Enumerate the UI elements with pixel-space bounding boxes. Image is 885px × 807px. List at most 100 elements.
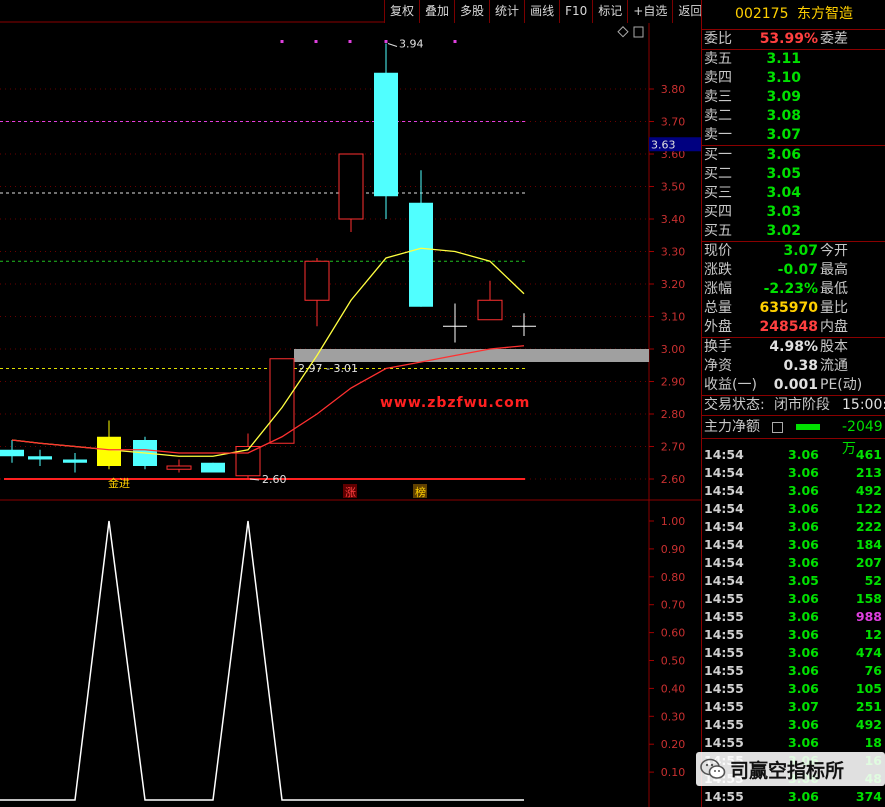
trade-row: 14:54 3.06 122	[702, 500, 885, 518]
price-tick-label: 2.60	[661, 473, 686, 486]
sell-level-label: 卖五	[704, 51, 732, 67]
trade-time: 14:54	[704, 519, 744, 534]
quote-label: 涨幅	[704, 281, 732, 297]
trade-price: 3.06	[788, 465, 819, 480]
sell-level-label: 卖一	[704, 127, 732, 143]
quote-row: 涨跌 -0.07 最高	[702, 261, 885, 280]
sell-level-price: 3.11	[766, 51, 801, 67]
status-label: 交易状态:	[704, 397, 765, 413]
sell-level-1: 卖五 3.11	[702, 50, 885, 69]
toolbar-button-0[interactable]: 复权	[384, 0, 421, 23]
trade-time: 14:55	[704, 717, 744, 732]
sell-book: 卖五 3.11 卖四 3.10 卖三 3.09 卖二 3.08 卖一 3.07	[702, 50, 885, 146]
fund-row: 收益(一) 0.001 PE(动)	[702, 376, 885, 395]
trade-row: 14:54 3.06 461	[702, 446, 885, 464]
fund-value: 4.98%	[769, 339, 818, 355]
trade-time: 14:55	[704, 699, 744, 714]
fund-value: 0.001	[773, 377, 818, 393]
signal-dot	[280, 40, 284, 43]
status-time: 15:00:0	[842, 397, 885, 413]
buy-level-label: 买五	[704, 223, 732, 239]
main-force-row: 主力净额 -2049万	[702, 416, 885, 457]
kline-chart[interactable]: 3.803.703.603.503.403.303.203.103.002.90…	[0, 0, 701, 807]
trade-row: 14:55 3.06 105	[702, 680, 885, 698]
trade-volume: 18	[864, 735, 882, 750]
price-tick-label: 2.70	[661, 441, 686, 454]
sell-level-3: 卖三 3.09	[702, 88, 885, 107]
trade-price: 3.06	[788, 717, 819, 732]
toolbar-button-3[interactable]: 统计	[489, 0, 526, 23]
wechat-account-name: 司赢空指标所	[730, 759, 845, 782]
low-price-label: 2.60	[262, 473, 287, 486]
quote-row: 外盘 248548 内盘	[702, 318, 885, 337]
toolbar-button-2[interactable]: 多股	[454, 0, 491, 23]
trade-volume: 184	[855, 537, 882, 552]
quote-label2: 内盘	[820, 319, 848, 335]
quote-value: -2.23%	[763, 281, 818, 297]
candle-body	[338, 153, 364, 220]
trade-time: 14:55	[704, 789, 744, 804]
trade-volume: 207	[855, 555, 882, 570]
gray-zone	[294, 349, 649, 362]
zone-label: 2.97 - 3.01	[298, 362, 358, 375]
quote-row: 总量 635970 量比	[702, 299, 885, 318]
sell-level-label: 卖二	[704, 108, 732, 124]
candle-body	[477, 299, 503, 321]
indicator-line	[0, 520, 524, 801]
buy-level-price: 3.03	[766, 204, 801, 220]
buy-level-4: 买四 3.03	[702, 203, 885, 222]
buy-level-2: 买二 3.05	[702, 165, 885, 184]
bang-label: 榜	[415, 485, 426, 499]
candle-body	[304, 260, 330, 301]
list-icon[interactable]	[772, 422, 783, 433]
toolbar-button-7[interactable]: +自选	[627, 0, 674, 23]
sell-level-5: 卖一 3.07	[702, 126, 885, 145]
toolbar-button-1[interactable]: 叠加	[419, 0, 456, 23]
buy-level-5: 买五 3.02	[702, 222, 885, 241]
fund-box: 换手 4.98% 股本 净资 0.38 流通 收益(一) 0.001 PE(动)	[702, 338, 885, 396]
trade-volume: 461	[855, 447, 882, 462]
weicha-label: 委差	[820, 31, 848, 47]
stock-code: 002175	[735, 6, 789, 22]
trade-time: 14:54	[704, 501, 744, 516]
quote-row: 涨幅 -2.23% 最低	[702, 280, 885, 299]
toolbar-button-5[interactable]: F10	[559, 0, 594, 23]
buy-book: 买一 3.06 买二 3.05 买三 3.04 买四 3.03 买五 3.02	[702, 146, 885, 242]
candle-body	[63, 459, 87, 463]
trade-time: 14:54	[704, 447, 744, 462]
chart-toolbar: 复权 叠加 多股 统计 画线 F10 标记 +自选 返回	[384, 0, 709, 23]
candle-body	[97, 436, 121, 466]
toolbar-button-4[interactable]: 画线	[524, 0, 561, 23]
current-price-label: 3.63	[651, 138, 676, 151]
trade-row: 14:55 3.06 988	[702, 608, 885, 626]
trade-row: 14:55 3.06 158	[702, 590, 885, 608]
buy-level-1: 买一 3.06	[702, 146, 885, 165]
price-tick-label: 3.10	[661, 311, 686, 324]
buy-level-label: 买四	[704, 204, 732, 220]
quote-label: 外盘	[704, 319, 732, 335]
trade-status-row: 交易状态: 闭市阶段 15:00:0	[702, 396, 885, 416]
trade-row: 14:55 3.06 374	[702, 788, 885, 806]
fund-row: 净资 0.38 流通	[702, 357, 885, 376]
trade-row: 14:55 3.06 18	[702, 734, 885, 752]
trade-row: 14:55 3.06 492	[702, 716, 885, 734]
trade-volume: 222	[855, 519, 882, 534]
trade-time: 14:54	[704, 483, 744, 498]
sell-level-price: 3.08	[766, 108, 801, 124]
indicator-tick-label: 0.50	[661, 655, 686, 668]
trade-row: 14:54 3.06 213	[702, 464, 885, 482]
trade-volume: 12	[864, 627, 882, 642]
stock-title: 002175 东方智造	[702, 0, 885, 30]
sell-level-price: 3.07	[766, 127, 801, 143]
trade-volume: 213	[855, 465, 882, 480]
trade-price: 3.06	[788, 627, 819, 642]
indicator-tick-label: 1.00	[661, 515, 686, 528]
trade-time: 14:55	[704, 663, 744, 678]
trade-volume: 474	[855, 645, 882, 660]
trade-price: 3.06	[788, 537, 819, 552]
toolbar-button-6[interactable]: 标记	[592, 0, 629, 23]
trade-time: 14:55	[704, 591, 744, 606]
indicator-tick-label: 0.90	[661, 543, 686, 556]
quote-label2: 最低	[820, 281, 848, 297]
diamond-icon	[617, 26, 629, 38]
